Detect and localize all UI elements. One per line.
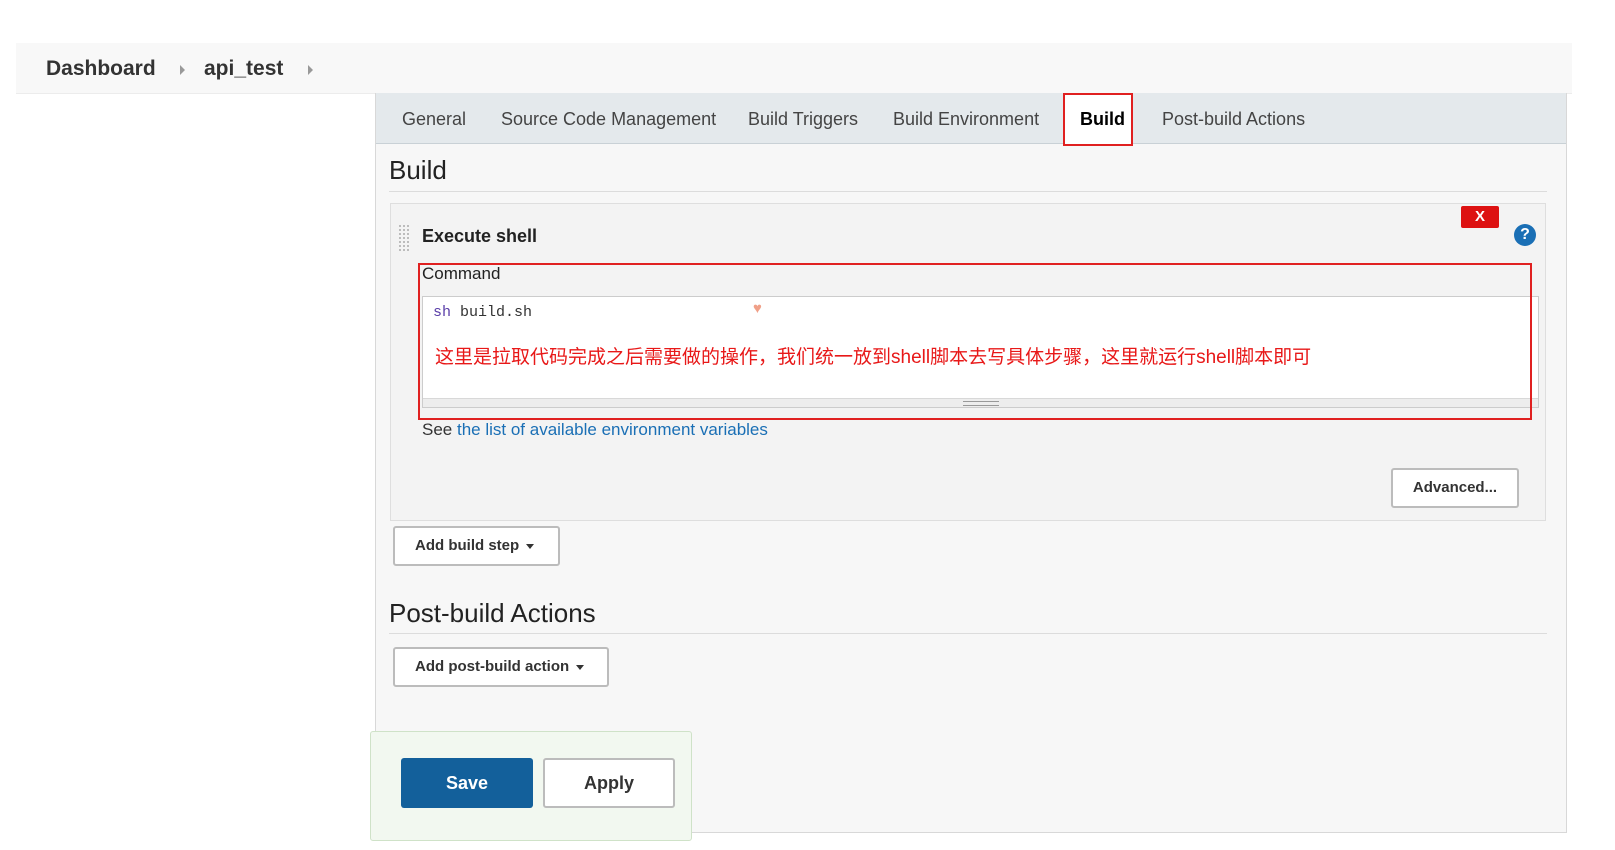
breadcrumb-dashboard[interactable]: Dashboard [46,57,156,81]
add-post-build-action-button[interactable]: Add post-build action [393,647,609,687]
env-variables-hint: See the list of available environment va… [422,420,768,440]
add-post-build-action-label: Add post-build action [415,658,570,675]
drag-handle-icon[interactable] [398,224,410,252]
help-icon[interactable]: ? [1514,224,1536,246]
add-build-step-label: Add build step [415,537,520,554]
caret-down-icon [576,664,585,670]
execute-shell-step: Execute shell X ? Command sh build.sh ♥ … [390,203,1546,521]
form-action-bar: Save Apply [370,731,692,841]
tab-build[interactable]: Build [1080,109,1125,130]
job-config-panel: General Source Code Management Build Tri… [375,93,1567,833]
post-build-section-title: Post-build Actions [389,598,596,628]
caret-down-icon [526,543,535,549]
tab-source-code-management[interactable]: Source Code Management [501,109,716,130]
apply-button[interactable]: Apply [543,758,675,808]
build-section-title: Build [389,155,447,185]
tab-build-triggers[interactable]: Build Triggers [748,109,858,130]
env-hint-prefix: See [422,420,457,439]
breadcrumb-arrow-icon[interactable] [180,65,185,75]
breadcrumb-arrow-icon[interactable] [308,65,313,75]
save-button[interactable]: Save [401,758,533,808]
tab-post-build-actions[interactable]: Post-build Actions [1162,109,1305,130]
section-divider [389,633,1547,634]
env-variables-link[interactable]: the list of available environment variab… [457,420,768,439]
tab-general[interactable]: General [402,109,466,130]
tab-build-environment[interactable]: Build Environment [893,109,1039,130]
section-divider [389,191,1547,192]
add-build-step-button[interactable]: Add build step [393,526,560,566]
delete-step-button[interactable]: X [1461,206,1499,228]
breadcrumb: Dashboard api_test [16,43,1572,94]
step-title: Execute shell [422,226,538,246]
annotation-highlight-box [418,263,1532,420]
breadcrumb-job[interactable]: api_test [204,57,283,81]
advanced-button[interactable]: Advanced... [1391,468,1519,508]
config-tabbar: General Source Code Management Build Tri… [376,93,1566,146]
